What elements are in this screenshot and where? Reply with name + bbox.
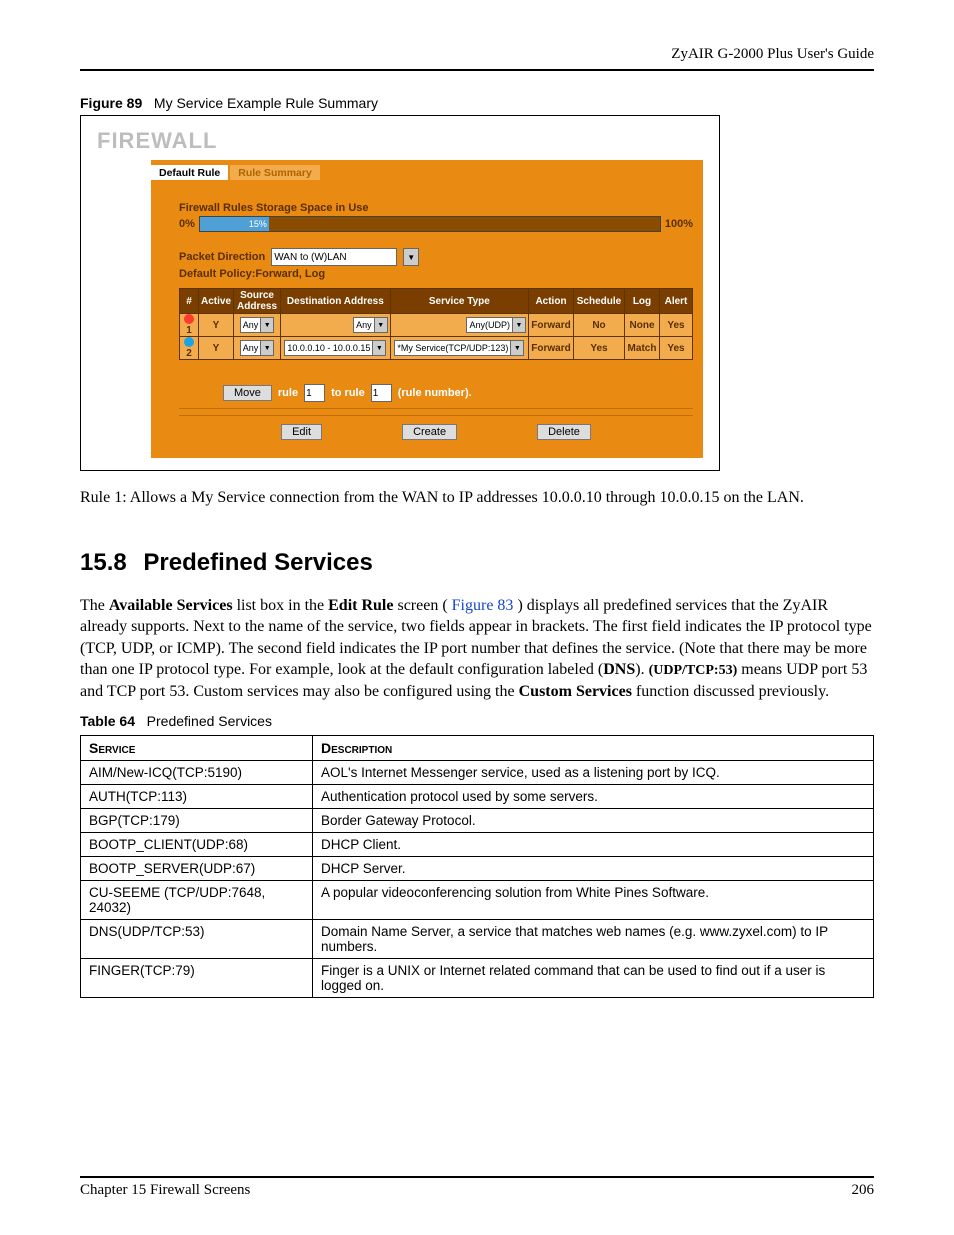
divider [179,408,693,409]
chevron-down-icon[interactable]: ▼ [512,318,525,332]
table-row: AIM/New-ICQ(TCP:5190)AOL's Internet Mess… [81,760,874,784]
move-to-rule-label: to rule [331,387,365,399]
chevron-down-icon[interactable]: ▼ [374,318,387,332]
table-label: Table 64 [80,713,135,729]
col-alert: Alert [660,289,693,314]
packet-direction-label: Packet Direction [179,251,265,263]
col-num: # [180,289,199,314]
row-sched: No [574,314,625,337]
section-title: Predefined Services [143,549,372,576]
table-row: BOOTP_SERVER(UDP:67)DHCP Server. [81,856,874,880]
figure-title: My Service Example Rule Summary [154,95,378,111]
firewall-panel: Default Rule Rule Summary Firewall Rules… [151,160,703,458]
running-header: ZyAIR G-2000 Plus User's Guide [80,46,874,69]
delete-button[interactable]: Delete [537,424,591,440]
rules-header-row: # Active Source Address Destination Addr… [180,289,693,314]
divider [179,415,693,416]
action-buttons: Edit Create Delete [179,424,693,440]
section-heading: 15.8 Predefined Services [80,549,874,577]
row-action: Forward [529,314,574,337]
row-sched: Yes [574,337,625,360]
rules-table: # Active Source Address Destination Addr… [179,288,693,360]
row-svc[interactable]: *My Service(TCP/UDP:123)▼ [390,337,528,360]
table-row[interactable]: 2 Y Any▼ 10.0.0.10 - 10.0.0.15▼ *My Serv… [180,337,693,360]
rule-description: Rule 1: Allows a My Service connection f… [80,487,874,509]
col-sched: Schedule [574,289,625,314]
row-active: Y [199,337,234,360]
default-policy: Default Policy:Forward, Log [179,268,693,280]
row-src[interactable]: Any▼ [234,337,281,360]
move-button[interactable]: Move [223,385,272,401]
col-dst: Destination Address [281,289,391,314]
col-svc: Service Type [390,289,528,314]
figure-caption: Figure 89 My Service Example Rule Summar… [80,95,874,111]
col-src: Source Address [234,289,281,314]
row-action: Forward [529,337,574,360]
row-src[interactable]: Any▼ [234,314,281,337]
row-svc[interactable]: Any(UDP)▼ [390,314,528,337]
row-alert: Yes [660,337,693,360]
storage-bar: 15% [199,216,661,232]
move-rule-label: rule [278,387,298,399]
tab-rule-summary[interactable]: Rule Summary [230,165,320,180]
table-row: BGP(TCP:179)Border Gateway Protocol. [81,808,874,832]
status-dot-icon [184,337,194,347]
footer-page: 206 [852,1182,875,1199]
move-to-input[interactable] [371,384,392,402]
table-row[interactable]: 1 Y Any▼ Any▼ Any(UDP)▼ Forward No None … [180,314,693,337]
move-from-input[interactable] [304,384,325,402]
chevron-down-icon[interactable]: ▼ [372,341,385,355]
firewall-screenshot: FIREWALL Default Rule Rule Summary Firew… [80,115,720,471]
edit-button[interactable]: Edit [281,424,322,440]
col-description: Description [313,735,874,760]
table-row: BOOTP_CLIENT(UDP:68)DHCP Client. [81,832,874,856]
table-row: CU-SEEME (TCP/UDP:7648, 24032)A popular … [81,880,874,919]
table-title: Predefined Services [147,713,272,729]
chevron-down-icon[interactable]: ▼ [260,318,273,332]
row-dst[interactable]: Any▼ [281,314,391,337]
packet-direction-row: Packet Direction WAN to (W)LAN ▼ [179,248,693,266]
packet-direction-select[interactable]: WAN to (W)LAN [271,248,397,266]
table-row: DNS(UDP/TCP:53)Domain Name Server, a ser… [81,919,874,958]
page-footer: Chapter 15 Firewall Screens 206 [80,1176,874,1199]
row-log: None [625,314,660,337]
chevron-down-icon[interactable]: ▼ [260,341,273,355]
table-row: FINGER(TCP:79)Finger is a UNIX or Intern… [81,958,874,997]
firewall-title: FIREWALL [97,128,703,154]
predefined-services-table: Service Description AIM/New-ICQ(TCP:5190… [80,735,874,998]
predefined-services-paragraph: The Available Services list box in the E… [80,595,874,703]
col-service: Service [81,735,313,760]
status-dot-icon [184,314,194,324]
pred-header-row: Service Description [81,735,874,760]
col-active: Active [199,289,234,314]
figure-label: Figure 89 [80,95,142,111]
row-dst[interactable]: 10.0.0.10 - 10.0.0.15▼ [281,337,391,360]
row-alert: Yes [660,314,693,337]
col-log: Log [625,289,660,314]
row-num: 1 [180,314,199,337]
row-log: Match [625,337,660,360]
header-rule [80,69,874,71]
move-rule-row: Move rule to rule (rule number). [223,384,693,402]
tab-row: Default Rule Rule Summary [151,160,703,180]
row-active: Y [199,314,234,337]
pct-zero: 0% [179,218,195,230]
footer-rule [80,1176,874,1178]
tab-default-rule[interactable]: Default Rule [151,165,228,180]
section-number: 15.8 [80,549,127,576]
storage-bar-fill: 15% [200,217,269,231]
chevron-down-icon[interactable]: ▼ [403,248,419,266]
row-num: 2 [180,337,199,360]
col-action: Action [529,289,574,314]
figure-83-link[interactable]: Figure 83 [452,597,514,614]
table-caption: Table 64 Predefined Services [80,713,874,729]
chevron-down-icon[interactable]: ▼ [510,341,523,355]
move-suffix: (rule number). [398,387,472,399]
table-row: AUTH(TCP:113)Authentication protocol use… [81,784,874,808]
create-button[interactable]: Create [402,424,457,440]
footer-chapter: Chapter 15 Firewall Screens [80,1182,250,1199]
storage-label: Firewall Rules Storage Space in Use [179,202,693,214]
storage-row: 0% 15% 100% [179,216,693,232]
pct-hundred: 100% [665,218,693,230]
